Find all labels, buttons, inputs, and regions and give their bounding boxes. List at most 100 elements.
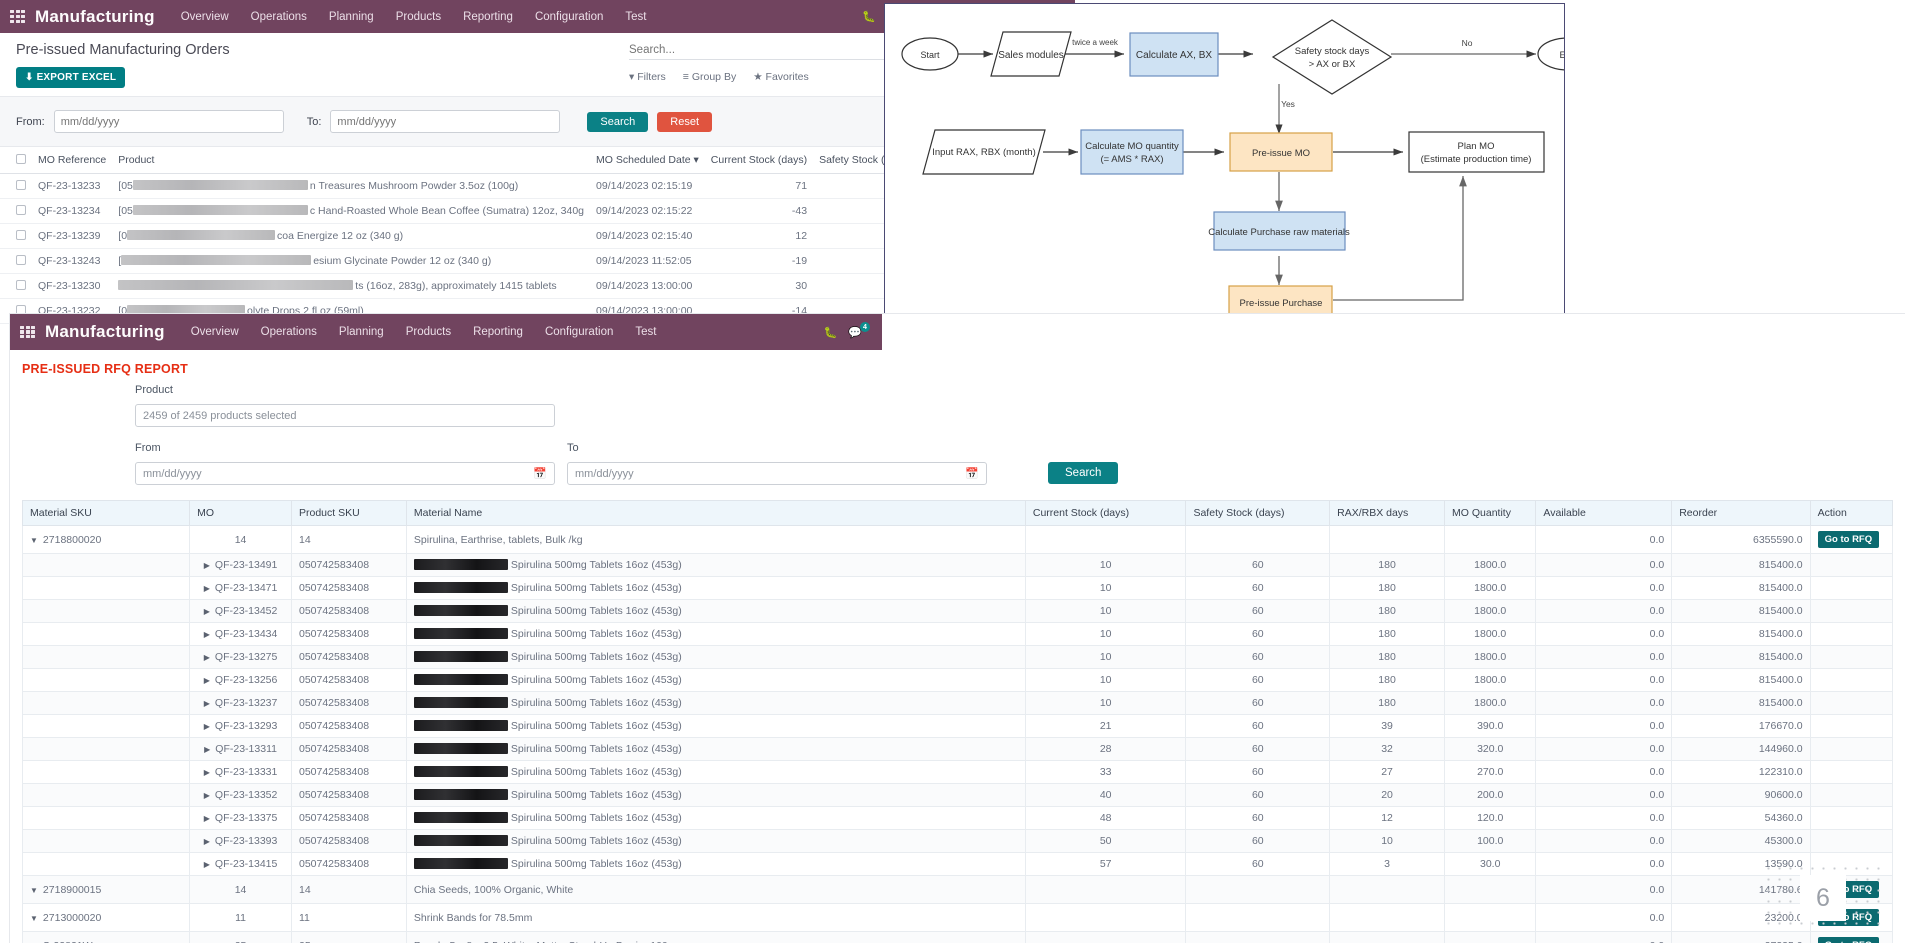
cell-action[interactable] [1809, 714, 1894, 738]
cell-mo[interactable]: ▶ QF-23-13331 [189, 760, 292, 784]
cell-action[interactable] [1809, 760, 1894, 784]
col-current-stock[interactable]: Current Stock (days) [1024, 500, 1187, 526]
nav-item-operations[interactable]: Operations [251, 11, 307, 23]
cell-mo[interactable]: ▶ QF-23-13293 [189, 714, 292, 738]
from-date-input[interactable] [53, 110, 284, 133]
expand-caret-icon[interactable]: ▶ [204, 837, 210, 846]
cell-mo-reference[interactable]: QF-23-13230 [32, 273, 113, 299]
cell-action[interactable] [1809, 599, 1894, 623]
cell-mo[interactable]: ▶ QF-23-13393 [189, 829, 292, 853]
expand-caret-icon[interactable]: ▶ [204, 676, 210, 685]
search-button[interactable]: Search [587, 111, 649, 132]
nav-item-planning[interactable]: Planning [329, 11, 374, 23]
app-brand-title[interactable]: Manufacturing [35, 7, 155, 27]
table-row-group[interactable]: ▼ 2718800020 14 14 Spirulina, Earthrise, tab… [21, 525, 1894, 554]
table-row[interactable]: ▶ QF-23-13256 050742583408 Spirulina 500mg … [21, 668, 1894, 692]
cell-mo[interactable]: ▶ QF-23-13491 [189, 553, 292, 577]
cell-mo[interactable]: ▶ QF-23-13452 [189, 599, 292, 623]
cell-action[interactable] [1809, 576, 1894, 600]
cell-action[interactable]: Go to RFQ [1809, 875, 1894, 904]
expand-caret-icon[interactable]: ▶ [204, 653, 210, 662]
product-select[interactable]: 2459 of 2459 products selected [135, 404, 555, 427]
app-brand-title[interactable]: Manufacturing [45, 322, 165, 342]
messages-icon[interactable]: 💬4 [848, 322, 872, 339]
apps-grid-icon[interactable] [20, 325, 35, 339]
cell-mo[interactable]: 25 [189, 931, 292, 943]
expand-caret-icon[interactable]: ▶ [204, 814, 210, 823]
expand-caret-icon[interactable]: ▶ [204, 607, 210, 616]
nav-item-reporting[interactable]: Reporting [473, 326, 523, 338]
from-date-field[interactable]: mm/dd/yyyy 📅 [135, 462, 555, 485]
calendar-icon[interactable]: 📅 [965, 467, 979, 480]
expand-caret-icon[interactable]: ▶ [204, 860, 210, 869]
table-row[interactable]: ▶ QF-23-13415 050742583408 Spirulina 500mg … [21, 852, 1894, 876]
cell-mo-reference[interactable]: QF-23-13243 [32, 248, 113, 274]
nav-item-test[interactable]: Test [625, 11, 646, 23]
nav-item-overview[interactable]: Overview [191, 326, 239, 338]
row-checkbox[interactable] [16, 230, 26, 240]
cell-action[interactable] [1809, 622, 1894, 646]
cell-mo-reference[interactable]: QF-23-13233 [32, 173, 113, 199]
expand-caret-icon[interactable]: ▶ [204, 699, 210, 708]
nav-item-planning[interactable]: Planning [339, 326, 384, 338]
go-to-rfq-button[interactable]: Go to RFQ [1817, 909, 1880, 926]
nav-item-products[interactable]: Products [396, 11, 441, 23]
expand-caret-icon[interactable]: ▼ [30, 914, 38, 923]
reset-button[interactable]: Reset [657, 111, 713, 132]
col-mo-scheduled-date[interactable]: MO Scheduled Date ▾ [590, 147, 705, 174]
col-rax-rbx-days[interactable]: RAX/RBX days [1329, 500, 1446, 526]
table-row[interactable]: ▶ QF-23-13375 050742583408 Spirulina 500mg … [21, 806, 1894, 830]
cell-mo[interactable]: ▶ QF-23-13311 [189, 737, 292, 761]
go-to-rfq-button[interactable]: Go to RFQ [1817, 531, 1880, 548]
row-checkbox[interactable] [16, 255, 26, 265]
cell-mo-reference[interactable]: QF-23-13234 [32, 198, 113, 224]
cell-mo[interactable]: ▶ QF-23-13434 [189, 622, 292, 646]
table-row[interactable]: ▶ QF-23-13293 050742583408 Spirulina 500mg … [21, 714, 1894, 738]
table-row[interactable]: ▶ QF-23-13491 050742583408 Spirulina 500mg … [21, 553, 1894, 577]
col-current-stock[interactable]: Current Stock (days) [704, 147, 814, 174]
cell-mo[interactable]: ▶ QF-23-13256 [189, 668, 292, 692]
bug-icon[interactable]: 🐛 [824, 326, 838, 339]
nav-item-reporting[interactable]: Reporting [463, 11, 513, 23]
cell-mo[interactable]: 11 [189, 903, 292, 932]
expand-caret-icon[interactable]: ▶ [204, 561, 210, 570]
table-row-group[interactable]: ▼ 2713000020 11 11 Shrink Bands for 78.5mm 0.… [21, 903, 1894, 932]
row-checkbox[interactable] [16, 205, 26, 215]
col-product[interactable]: Product [112, 147, 591, 174]
col-safety-stock[interactable]: Safety Stock (days) [1185, 500, 1331, 526]
favorites-dropdown[interactable]: ★ Favorites [753, 71, 809, 83]
table-row-group[interactable]: ▼ 2718900015 14 14 Chia Seeds, 100% Organic,… [21, 875, 1894, 904]
filters-dropdown[interactable]: ▾ Filters [629, 71, 666, 83]
cell-action[interactable] [1809, 645, 1894, 669]
group-by-dropdown[interactable]: ≡ Group By [683, 71, 736, 83]
col-material-name[interactable]: Material Name [405, 500, 1026, 526]
cell-mo-reference[interactable]: QF-23-13239 [32, 223, 113, 249]
row-checkbox[interactable] [16, 280, 26, 290]
to-date-input[interactable] [330, 110, 561, 133]
col-mo-quantity[interactable]: MO Quantity [1444, 500, 1537, 526]
col-action[interactable]: Action [1809, 500, 1894, 526]
cell-mo[interactable]: ▶ QF-23-13415 [189, 852, 292, 876]
col-available[interactable]: Available [1535, 500, 1673, 526]
nav-item-products[interactable]: Products [406, 326, 451, 338]
apps-grid-icon[interactable] [10, 10, 25, 23]
cell-action[interactable] [1809, 806, 1894, 830]
cell-action[interactable]: Go to RFQ [1809, 525, 1894, 554]
cell-mo[interactable]: 14 [189, 875, 292, 904]
cell-mo[interactable]: ▶ QF-23-13275 [189, 645, 292, 669]
table-row[interactable]: ▶ QF-23-13393 050742583408 Spirulina 500mg … [21, 829, 1894, 853]
table-row[interactable]: ▶ QF-23-13311 050742583408 Spirulina 500mg … [21, 737, 1894, 761]
cell-action[interactable] [1809, 737, 1894, 761]
table-row[interactable]: ▶ QF-23-13352 050742583408 Spirulina 500mg … [21, 783, 1894, 807]
cell-action[interactable] [1809, 852, 1894, 876]
report-search-button[interactable]: Search [1048, 462, 1119, 484]
table-row[interactable]: ▶ QF-23-13471 050742583408 Spirulina 500mg … [21, 576, 1894, 600]
go-to-rfq-button[interactable]: Go to RFQ [1817, 881, 1880, 898]
expand-caret-icon[interactable]: ▶ [204, 584, 210, 593]
calendar-icon[interactable]: 📅 [533, 467, 547, 480]
cell-action[interactable] [1809, 553, 1894, 577]
expand-caret-icon[interactable]: ▼ [30, 886, 38, 895]
expand-caret-icon[interactable]: ▼ [30, 536, 38, 545]
table-row[interactable]: ▶ QF-23-13434 050742583408 Spirulina 500mg … [21, 622, 1894, 646]
col-mo-reference[interactable]: MO Reference [32, 147, 113, 174]
